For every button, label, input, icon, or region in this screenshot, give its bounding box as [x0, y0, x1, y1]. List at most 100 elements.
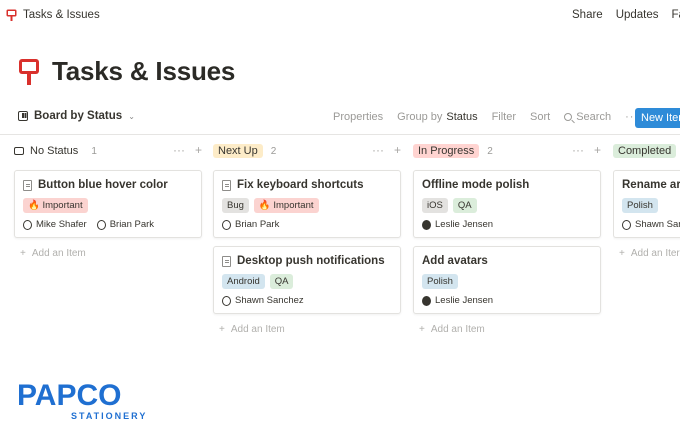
group-by-label: Group by — [397, 111, 443, 123]
share-button[interactable]: Share — [572, 9, 603, 21]
assignee-name: Shawn Sanchez — [235, 295, 304, 306]
board-card[interactable]: Rename arch Polish Shawn Sanc — [613, 170, 680, 238]
card-title: Button blue hover color — [38, 179, 168, 191]
view-selector[interactable]: Board by Status ⌄ — [18, 110, 135, 122]
card-assignees: Mike Shafer Brian Park — [23, 219, 193, 230]
column-more-icon[interactable]: ··· — [173, 143, 185, 157]
column-add-icon[interactable]: + — [195, 143, 202, 157]
new-item-button[interactable]: New Item — [635, 108, 680, 128]
board-card[interactable]: Add avatars Polish Leslie Jensen — [413, 246, 601, 314]
column-add-icon[interactable]: + — [394, 143, 401, 157]
card-title-row: Fix keyboard shortcuts — [222, 179, 392, 191]
card-assignees: Leslie Jensen — [422, 295, 592, 306]
column-tools: ··· + — [572, 143, 601, 157]
card-assignees: Shawn Sanchez — [222, 295, 392, 306]
assignee: Leslie Jensen — [422, 219, 493, 230]
card-title-row: Button blue hover color — [23, 179, 193, 191]
page-title: Tasks & Issues — [52, 56, 236, 86]
column-more-icon[interactable]: ··· — [572, 143, 584, 157]
breadcrumb[interactable]: Tasks & Issues — [6, 9, 100, 21]
assignee: Shawn Sanc — [622, 219, 680, 230]
tag-polish: Polish — [422, 274, 458, 289]
column-count: 2 — [487, 145, 493, 157]
view-tools: Properties Group by Status Filter Sort S… — [333, 111, 639, 123]
card-tags: Polish — [422, 274, 592, 289]
search-label: Search — [576, 111, 612, 123]
board-card[interactable]: Offline mode polish iOS QA Leslie Jensen — [413, 170, 601, 238]
card-title-row: Desktop push notifications — [222, 255, 392, 267]
column-title[interactable]: Next Up — [213, 144, 263, 158]
add-item-label: Add an Item — [31, 248, 86, 259]
assignee-name: Brian Park — [235, 219, 280, 230]
plus-icon: + — [219, 324, 225, 335]
tag-android: Android — [222, 274, 265, 289]
document-icon — [23, 179, 32, 191]
column-add-icon[interactable]: + — [594, 143, 601, 157]
column-title[interactable]: No Status — [30, 144, 83, 158]
group-by-button[interactable]: Group by Status — [397, 111, 477, 123]
inbox-icon — [14, 147, 24, 155]
assignee: Brian Park — [222, 219, 279, 230]
filter-button[interactable]: Filter — [492, 111, 516, 123]
board-column-next-up: Next Up 2 ··· + Fix keyboard shortcuts B… — [213, 140, 401, 335]
sort-button[interactable]: Sort — [530, 111, 550, 123]
tag-qa: QA — [452, 198, 477, 213]
search-button[interactable]: Search — [564, 111, 611, 123]
card-tags: Bug 🔥 Important — [222, 198, 392, 213]
search-icon — [564, 113, 573, 121]
card-title: Desktop push notifications — [237, 255, 385, 267]
properties-button[interactable]: Properties — [333, 111, 383, 123]
logo-subtitle: STATIONERY — [71, 411, 147, 421]
board-card[interactable]: Fix keyboard shortcuts Bug 🔥 Important B… — [213, 170, 401, 238]
board-card[interactable]: Desktop push notifications Android QA Sh… — [213, 246, 401, 314]
assignee: Brian Park — [96, 219, 155, 230]
add-item-button[interactable]: + Add an Item — [14, 248, 202, 259]
tag-important: 🔥 Important — [23, 198, 88, 213]
pushpin-board-icon[interactable] — [18, 58, 40, 86]
column-header: Completed — [613, 140, 680, 162]
card-tags: 🔥 Important — [23, 198, 193, 213]
add-item-button[interactable]: + Add an Item — [213, 324, 401, 335]
document-icon — [222, 255, 231, 267]
add-item-button[interactable]: + Add an Item — [413, 324, 601, 335]
column-title[interactable]: In Progress — [413, 144, 480, 158]
avatar-icon — [422, 295, 431, 306]
column-header: No Status 1 ··· + — [14, 140, 202, 162]
tag-polish: Polish — [622, 198, 658, 213]
column-header: Next Up 2 ··· + — [213, 140, 401, 162]
board-column-completed: Completed Rename arch Polish Shawn Sanc … — [613, 140, 680, 259]
document-icon — [222, 179, 231, 191]
chevron-down-icon: ⌄ — [128, 111, 135, 121]
column-header: In Progress 2 ··· + — [413, 140, 601, 162]
card-assignees: Leslie Jensen — [422, 219, 592, 230]
tag-ios: iOS — [422, 198, 448, 213]
card-title: Rename arch — [622, 179, 680, 191]
add-item-label: Add an Item — [230, 324, 285, 335]
column-tools: ··· + — [173, 143, 202, 157]
card-title: Offline mode polish — [422, 179, 530, 191]
assignee-name: Shawn Sanc — [635, 219, 680, 230]
plus-icon: + — [419, 324, 425, 335]
divider — [0, 134, 680, 135]
column-count: 1 — [91, 145, 97, 157]
favorite-button[interactable]: Fave — [672, 9, 680, 21]
card-title-row: Offline mode polish — [422, 179, 592, 191]
card-title-row: Rename arch — [622, 179, 680, 191]
column-more-icon[interactable]: ··· — [372, 143, 384, 157]
page-header: Tasks & Issues — [18, 56, 235, 87]
assignee: Leslie Jensen — [422, 295, 493, 306]
plus-icon: + — [619, 248, 625, 259]
card-assignees: Brian Park — [222, 219, 392, 230]
card-assignees: Shawn Sanc — [622, 219, 680, 230]
avatar-icon — [96, 219, 106, 230]
assignee-name: Brian Park — [109, 219, 155, 230]
column-title[interactable]: Completed — [613, 144, 677, 158]
board-card[interactable]: Button blue hover color 🔥 Important Mike… — [14, 170, 202, 238]
assignee-name: Leslie Jensen — [435, 219, 494, 230]
board-column-no-status: No Status 1 ··· + Button blue hover colo… — [14, 140, 202, 259]
updates-button[interactable]: Updates — [616, 9, 659, 21]
group-by-value: Status — [446, 111, 478, 123]
assignee: Mike Shafer — [23, 219, 87, 230]
add-item-button[interactable]: + Add an Iter — [613, 248, 680, 259]
assignee: Shawn Sanchez — [222, 295, 304, 306]
